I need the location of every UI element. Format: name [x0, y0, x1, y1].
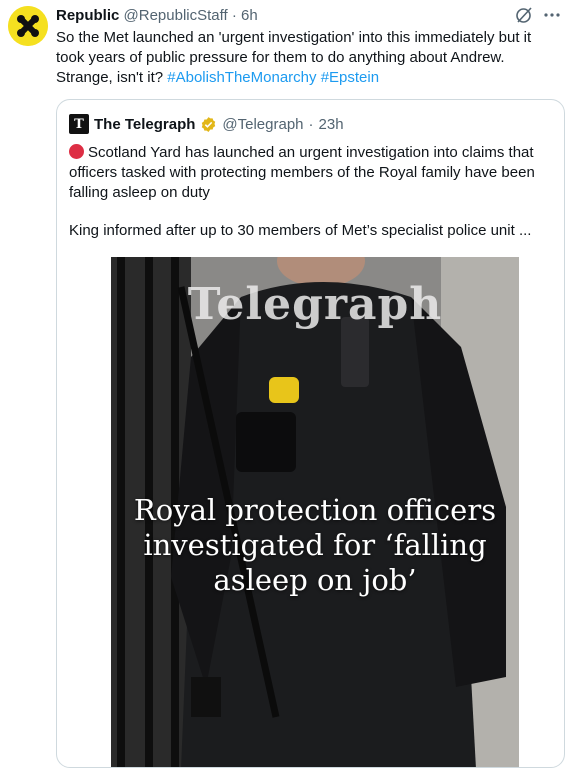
quote-text: Scotland Yard has launched an urgent inv…	[69, 143, 559, 203]
hashtag-abolish-the-monarchy[interactable]: #AbolishTheMonarchy	[167, 69, 316, 86]
red-circle-icon	[69, 144, 84, 159]
quote-body: Scotland Yard has launched an urgent inv…	[69, 144, 535, 201]
quote-description: King informed after up to 30 members of …	[69, 222, 532, 239]
quote-author-name[interactable]: The Telegraph	[94, 116, 195, 133]
headline-line-1: Royal protection officers	[133, 493, 497, 527]
dot-separator: ·	[231, 7, 237, 24]
republic-logo-icon	[8, 6, 48, 46]
article-image[interactable]: Telegraph Royal protection officers inve…	[111, 257, 519, 767]
tweet-text: So the Met launched an 'urgent investiga…	[56, 28, 561, 88]
tweet-header: Republic @RepublicStaff · 6h	[56, 6, 258, 26]
quoted-tweet[interactable]: T The Telegraph @Telegraph · 23h Scotlan…	[56, 99, 565, 768]
quote-time[interactable]: 23h	[319, 116, 344, 133]
hashtag-epstein[interactable]: #Epstein	[321, 69, 379, 86]
headline-line-2: investigated for ‘falling	[143, 528, 487, 562]
avatar[interactable]	[8, 6, 48, 46]
author-handle[interactable]: @RepublicStaff	[124, 7, 228, 24]
quote-dot-separator: ·	[308, 115, 314, 133]
image-headline: Royal protection officers investigated f…	[111, 493, 519, 598]
verified-badge-icon	[202, 116, 216, 132]
quote-header: T The Telegraph @Telegraph · 23h	[69, 114, 344, 134]
grok-icon[interactable]	[514, 5, 534, 25]
more-dots-icon[interactable]	[542, 5, 562, 25]
telegraph-masthead: Telegraph	[187, 279, 443, 330]
tweet-time[interactable]: 6h	[241, 7, 258, 24]
telegraph-logo-icon[interactable]: T	[69, 114, 89, 134]
author-name[interactable]: Republic	[56, 7, 119, 24]
header-actions	[514, 5, 562, 25]
headline-line-3: asleep on job’	[213, 563, 417, 597]
quote-author-handle[interactable]: @Telegraph	[222, 116, 303, 133]
